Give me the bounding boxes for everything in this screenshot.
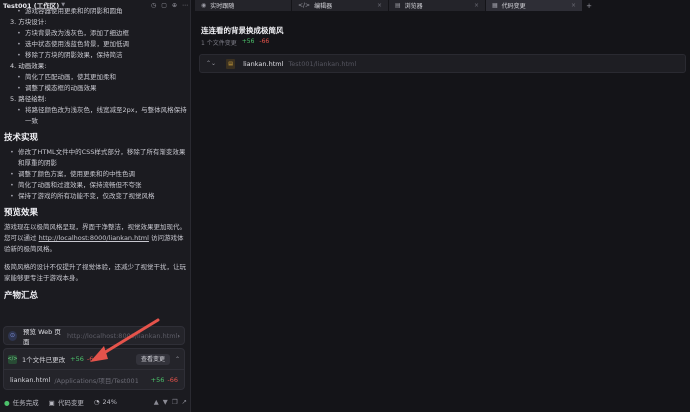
preview-web-label: 预览 Web 页面 — [23, 327, 61, 346]
list-item: 调整了模态框的动画效果 — [4, 83, 187, 94]
diff-icon: ▦ — [492, 2, 498, 9]
list-item: 方块背景改为浅灰色，添加了细边框 — [4, 28, 187, 39]
tab-label: 代码变更 — [501, 3, 526, 10]
changes-label: 1个文件已更改 — [22, 356, 66, 364]
follow-icon: ◉ — [201, 2, 207, 9]
close-icon[interactable]: × — [571, 2, 576, 9]
file-changes-card: </> 1个文件已更改 +56 -66 查看变更 ⌃ liankan.html … — [3, 348, 185, 390]
tab-browser[interactable]: ▤ 浏览器 × — [389, 0, 486, 11]
file-path: /Applications/项目/Test001/liankan... — [54, 376, 138, 385]
html-file-icon: ▤ — [226, 58, 236, 69]
list-item: 简化了动画和过渡效果，保持流畅但不夸张 — [4, 180, 187, 191]
code-changes-label: 代码变更 — [57, 399, 84, 407]
section-label: 5. 路径绘制: — [10, 95, 47, 103]
thumbs-down-icon[interactable]: ▼ — [163, 398, 168, 406]
code-diff-icon: </> — [7, 354, 18, 364]
file-path: Test001/liankan.html — [288, 59, 357, 68]
browser-icon: ▤ — [395, 2, 401, 9]
chat-panel: Test001 (工作区) ▼ ◷ ▢ ⊕ ⋯ 游戏容器使用更柔和的阴影和圆角 … — [0, 0, 191, 412]
diff-file-row[interactable]: ⌃⌄ ▤ liankan.html Test001/liankan.html — [199, 54, 686, 73]
diff-title: 连连看的背景换成极简风 — [201, 26, 284, 35]
section-label: 4. 动画效果: — [10, 62, 47, 70]
removed-count: -66 — [86, 355, 98, 363]
artifacts-heading: 产物汇总 — [4, 291, 39, 301]
removed-count: -66 — [259, 38, 270, 45]
close-icon[interactable]: × — [474, 2, 479, 9]
view-changes-button[interactable]: 查看变更 — [135, 353, 170, 365]
tab-bar: ◉ 实时跟随 </> 编辑器 × ▤ 浏览器 × ▦ 代码变更 × + — [195, 0, 690, 11]
task-status-label: 任务完成 — [12, 399, 39, 407]
list-item: 调整了颜色方案，使用更柔和的中性色调 — [4, 169, 187, 180]
spinner-icon: ◔ — [93, 398, 100, 406]
list-item: 保持了游戏的所有功能不变，仅改变了视觉风格 — [4, 191, 187, 202]
tab-label: 实时跟随 — [210, 3, 235, 10]
preview-heading: 预览效果 — [4, 208, 39, 218]
list-item: 选中状态使用浅蓝色背景，更加低调 — [4, 39, 187, 50]
close-icon[interactable]: × — [377, 2, 382, 9]
task-status: ● 任务完成 — [4, 397, 39, 407]
list-item: 简化了匹配动画，使其更加柔和 — [4, 72, 187, 83]
share-icon[interactable]: ↗ — [182, 398, 187, 406]
localhost-link[interactable]: http://localhost:8000/liankan.html — [39, 234, 149, 242]
expand-toggle-icon[interactable]: ⌃⌄ — [206, 60, 216, 67]
preview-web-card[interactable]: ⊙ 预览 Web 页面 http://localhost:8000/lianka… — [3, 326, 185, 346]
tech-heading: 技术实现 — [4, 133, 39, 143]
preview-paragraph: 游戏现在以极简风格呈现，界面干净整洁，视觉效果更加现代。您可以通过 http:/… — [4, 222, 187, 255]
added-count: +56 — [70, 355, 84, 363]
tab-label: 浏览器 — [404, 3, 423, 10]
file-name: liankan.html — [10, 375, 51, 384]
list-item: 移除了方块的阴影效果，保持简洁 — [4, 50, 187, 61]
workbench-panel: ◉ 实时跟随 </> 编辑器 × ▤ 浏览器 × ▦ 代码变更 × + 连连看的… — [195, 0, 690, 412]
file-removed-count: -66 — [167, 375, 178, 384]
preview-paragraph-2: 极简风格的设计不仅提升了视觉体验，还减少了视觉干扰，让玩家能够更专注于游戏本身。 — [4, 263, 186, 282]
add-tab-icon[interactable]: + — [583, 0, 595, 11]
list-item: 修改了HTML文件中的CSS样式部分，移除了所有渐变效果和厚重的阴影 — [4, 147, 187, 169]
tab-live-follow[interactable]: ◉ 实时跟随 — [195, 0, 292, 11]
status-bar: ● 任务完成 ▣ 代码变更 ◔ 24% ▲ ▼ ❐ ↗ — [0, 392, 190, 412]
chevron-right-icon[interactable]: › — [177, 332, 180, 340]
tab-label: 编辑器 — [314, 3, 333, 10]
collapse-icon[interactable]: ⌃ — [175, 356, 180, 363]
code-icon: </> — [298, 2, 311, 9]
diff-summary: 1 个文件变更 +56 -66 — [201, 38, 269, 47]
preview-url: http://localhost:8000/liankan.html — [67, 331, 178, 340]
list-item: 将路径颜色改为浅灰色，线宽减至2px，与整体风格保持一致 — [4, 105, 187, 127]
file-added-count: +56 — [150, 375, 165, 384]
copy-icon[interactable]: ❐ — [172, 398, 178, 406]
code-changes-status[interactable]: ▣ 代码变更 — [49, 397, 84, 407]
thumbs-up-icon[interactable]: ▲ — [154, 398, 159, 406]
section-label: 3. 方块设计: — [10, 18, 47, 26]
progress-status: ◔ 24% — [94, 398, 117, 406]
changed-file-row[interactable]: liankan.html /Applications/项目/Test001/li… — [4, 369, 184, 389]
file-name: liankan.html — [243, 59, 284, 68]
list-item: 游戏容器使用更柔和的阴影和圆角 — [4, 6, 187, 17]
progress-value: 24% — [102, 398, 117, 406]
globe-icon: ⊙ — [8, 330, 18, 341]
check-circle-icon: ● — [4, 399, 10, 407]
tab-editor[interactable]: </> 编辑器 × — [292, 0, 389, 11]
changes-summary-row: </> 1个文件已更改 +56 -66 查看变更 ⌃ — [4, 349, 184, 369]
file-icon: ▣ — [48, 399, 55, 407]
file-count: 1 个文件变更 — [201, 40, 237, 47]
tab-code-changes[interactable]: ▦ 代码变更 × — [486, 0, 583, 11]
added-count: +56 — [241, 38, 255, 45]
